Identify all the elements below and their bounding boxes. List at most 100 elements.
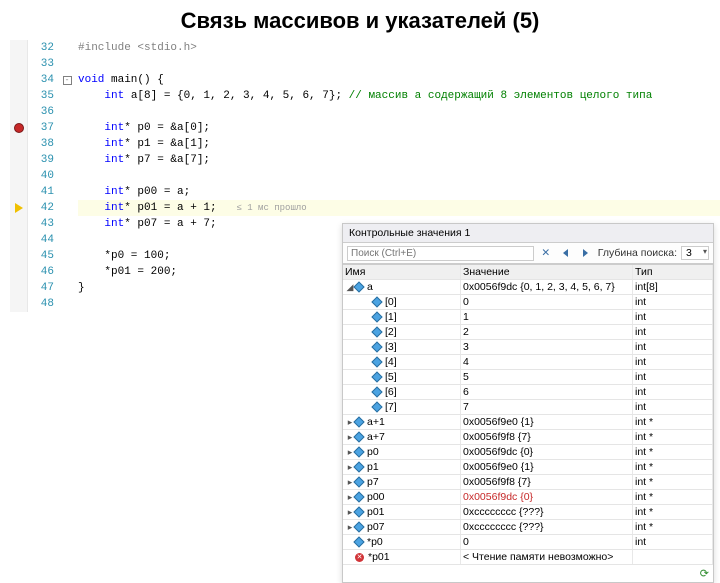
variable-icon — [353, 446, 364, 457]
var-type: int — [633, 340, 713, 354]
depth-stepper[interactable]: 3 — [681, 246, 709, 260]
line-number: 40 — [28, 168, 54, 184]
watch-row[interactable]: ▸p00x0056f9dc {0}int * — [343, 445, 713, 460]
var-name: [2] — [385, 326, 397, 338]
codelens-elapsed: ≤ 1 мс прошло — [236, 203, 306, 213]
var-name: [6] — [385, 386, 397, 398]
variable-icon — [353, 461, 364, 472]
var-name: a — [367, 281, 373, 293]
var-value: 7 — [461, 400, 633, 414]
line-number: 36 — [28, 104, 54, 120]
breakpoint-margin[interactable] — [10, 40, 28, 312]
watch-row[interactable]: ▸p000x0056f9dc {0}int * — [343, 490, 713, 505]
variable-icon — [353, 281, 364, 292]
watch-row[interactable]: [6]6int — [343, 385, 713, 400]
line-number: 37 — [28, 120, 54, 136]
line-number: 47 — [28, 280, 54, 296]
watch-row[interactable]: ▸a+10x0056f9e0 {1}int * — [343, 415, 713, 430]
var-value: 2 — [461, 325, 633, 339]
watch-row[interactable]: [2] 2int — [343, 325, 713, 340]
line-number: 46 — [28, 264, 54, 280]
variable-icon — [371, 326, 382, 337]
var-name: [4] — [385, 356, 397, 368]
slide-title: Связь массивов и указателей (5) — [0, 0, 720, 40]
var-value: 0x0056f9f8 {7} — [461, 475, 633, 489]
var-name: p07 — [367, 521, 385, 533]
watch-row[interactable]: ▸p070xcccccccc {???}int * — [343, 520, 713, 535]
var-value: 0x0056f9dc {0} — [461, 490, 633, 504]
var-type: int — [633, 310, 713, 324]
var-name: *p0 — [367, 536, 383, 548]
watch-row[interactable]: ▸p10x0056f9e0 {1}int * — [343, 460, 713, 475]
var-name: p1 — [367, 461, 379, 473]
watch-row[interactable]: [1]1int — [343, 310, 713, 325]
variable-icon — [353, 521, 364, 532]
fold-column[interactable]: - — [60, 40, 74, 312]
variable-icon — [353, 476, 364, 487]
var-value: 5 — [461, 370, 633, 384]
depth-label: Глубина поиска: — [598, 247, 677, 259]
watch-row[interactable]: ◢a0x0056f9dc {0, 1, 2, 3, 4, 5, 6, 7}int… — [343, 280, 713, 295]
variable-icon — [353, 536, 364, 547]
fold-toggle-icon[interactable]: - — [63, 76, 72, 85]
line-number: 41 — [28, 184, 54, 200]
variable-icon — [371, 356, 382, 367]
variable-icon — [371, 296, 382, 307]
var-type: int[8] — [633, 280, 713, 294]
col-value[interactable]: Значение — [461, 265, 633, 279]
watch-row[interactable]: *p0 0int — [343, 535, 713, 550]
error-icon: ✕ — [355, 553, 364, 562]
var-type: int — [633, 325, 713, 339]
var-type: int — [633, 385, 713, 399]
line-number: 35 — [28, 88, 54, 104]
line-number: 44 — [28, 232, 54, 248]
clear-search-icon[interactable]: ✕ — [538, 245, 554, 261]
watch-row[interactable]: [5] 5int — [343, 370, 713, 385]
current-line: int* p01 = a + 1; ≤ 1 мс прошло — [78, 200, 720, 216]
watch-row[interactable]: [4]4int — [343, 355, 713, 370]
line-number: 33 — [28, 56, 54, 72]
watch-row[interactable]: ▸a+70x0056f9f8 {7}int * — [343, 430, 713, 445]
variable-icon — [371, 341, 382, 352]
var-type: int — [633, 535, 713, 549]
watch-header-row: Имя Значение Тип — [343, 264, 713, 280]
var-name: p7 — [367, 476, 379, 488]
next-result-icon[interactable] — [578, 245, 594, 261]
line-number: 45 — [28, 248, 54, 264]
var-name: [7] — [385, 401, 397, 413]
var-type: int — [633, 370, 713, 384]
watch-search-input[interactable] — [347, 246, 534, 261]
var-value: 1 — [461, 310, 633, 324]
line-numbers: 3233343536373839404142434445464748 — [28, 40, 60, 312]
refresh-icon[interactable]: ⟳ — [700, 567, 709, 580]
var-name: p00 — [367, 491, 385, 503]
line-number: 39 — [28, 152, 54, 168]
watch-window[interactable]: Контрольные значения 1 ✕ Глубина поиска:… — [342, 223, 714, 583]
watch-row[interactable]: ▸p70x0056f9f8 {7}int * — [343, 475, 713, 490]
var-type — [633, 550, 713, 564]
var-value: 0xcccccccc {???} — [461, 520, 633, 534]
variable-icon — [353, 506, 364, 517]
var-value: 0xcccccccc {???} — [461, 505, 633, 519]
watch-row[interactable]: ✕*p01< Чтение памяти невозможно> — [343, 550, 713, 565]
variable-icon — [353, 431, 364, 442]
var-type: int * — [633, 475, 713, 489]
breakpoint-icon[interactable] — [14, 123, 24, 133]
var-value: 0 — [461, 535, 633, 549]
variable-icon — [371, 386, 382, 397]
var-value: 0x0056f9dc {0, 1, 2, 3, 4, 5, 6, 7} — [461, 280, 633, 294]
var-type: int * — [633, 520, 713, 534]
var-name: [5] — [385, 371, 397, 383]
watch-row[interactable]: ▸p010xcccccccc {???}int * — [343, 505, 713, 520]
watch-footer: ⟳ — [343, 565, 713, 582]
watch-row[interactable]: [7]7int — [343, 400, 713, 415]
prev-result-icon[interactable] — [558, 245, 574, 261]
col-type[interactable]: Тип — [633, 265, 713, 279]
watch-toolbar: ✕ Глубина поиска: 3 — [343, 243, 713, 264]
col-name[interactable]: Имя — [343, 265, 461, 279]
line-number: 38 — [28, 136, 54, 152]
preproc: #include — [78, 42, 137, 54]
watch-row[interactable]: [0]0int — [343, 295, 713, 310]
watch-row[interactable]: [3]3int — [343, 340, 713, 355]
var-type: int — [633, 355, 713, 369]
